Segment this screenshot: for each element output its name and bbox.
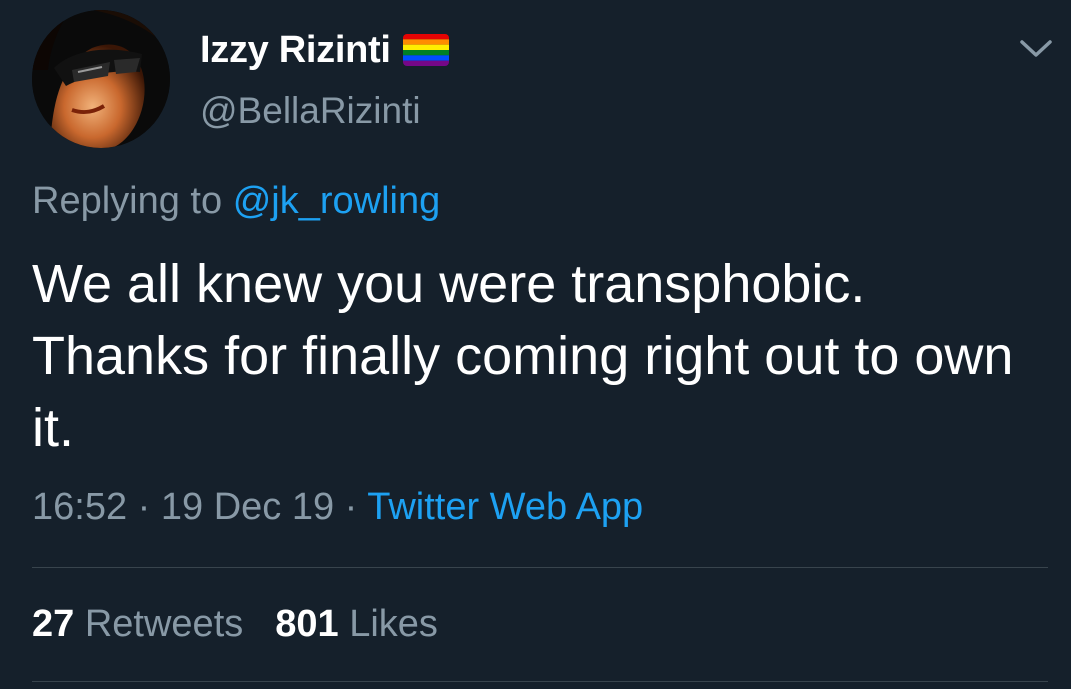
replying-to-label: Replying to [32,180,223,222]
user-name-row[interactable]: Izzy Rizinti [200,28,449,72]
avatar[interactable] [32,10,170,148]
likes-count: 801 [275,603,339,645]
avatar-image [32,10,170,148]
tweet-time[interactable]: 16:52 [32,486,127,528]
tweet-meta: 16:52 · 19 Dec 19 · Twitter Web App [32,486,643,529]
tweet-detail: Izzy Rizinti @BellaRizinti Replying to @… [0,0,1071,689]
likes-label: Likes [349,603,438,645]
tweet-date[interactable]: 19 Dec 19 [161,486,334,528]
tweet-source-link[interactable]: Twitter Web App [367,486,643,528]
retweets-stat[interactable]: 27 Retweets [32,603,243,645]
display-name[interactable]: Izzy Rizinti [200,29,391,72]
meta-separator: · [344,486,358,528]
meta-separator: · [137,486,151,528]
mention-link[interactable]: @jk_rowling [233,180,441,222]
chevron-down-icon[interactable] [1016,36,1056,62]
likes-stat[interactable]: 801 Likes [275,603,438,645]
user-handle[interactable]: @BellaRizinti [200,90,421,132]
rainbow-flag-icon [402,34,449,66]
retweets-count: 27 [32,603,75,645]
divider [32,681,1048,682]
replying-to-line: Replying to @jk_rowling [32,180,440,223]
divider [32,567,1048,568]
tweet-text: We all knew you were transphobic. Thanks… [32,254,1014,458]
tweet-stats: 27 Retweets 801 Likes [32,603,438,646]
retweets-label: Retweets [84,603,244,645]
